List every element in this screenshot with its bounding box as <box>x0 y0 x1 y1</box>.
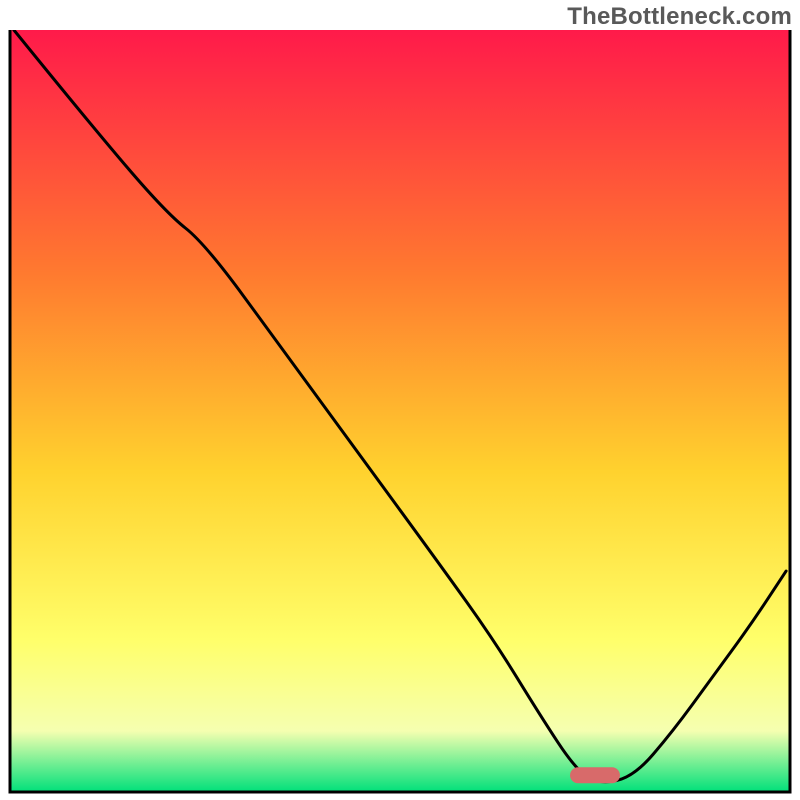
chart-stage: TheBottleneck.com <box>0 0 800 800</box>
optimal-marker <box>570 767 620 783</box>
gradient-background <box>10 30 790 792</box>
bottleneck-chart <box>0 0 800 800</box>
